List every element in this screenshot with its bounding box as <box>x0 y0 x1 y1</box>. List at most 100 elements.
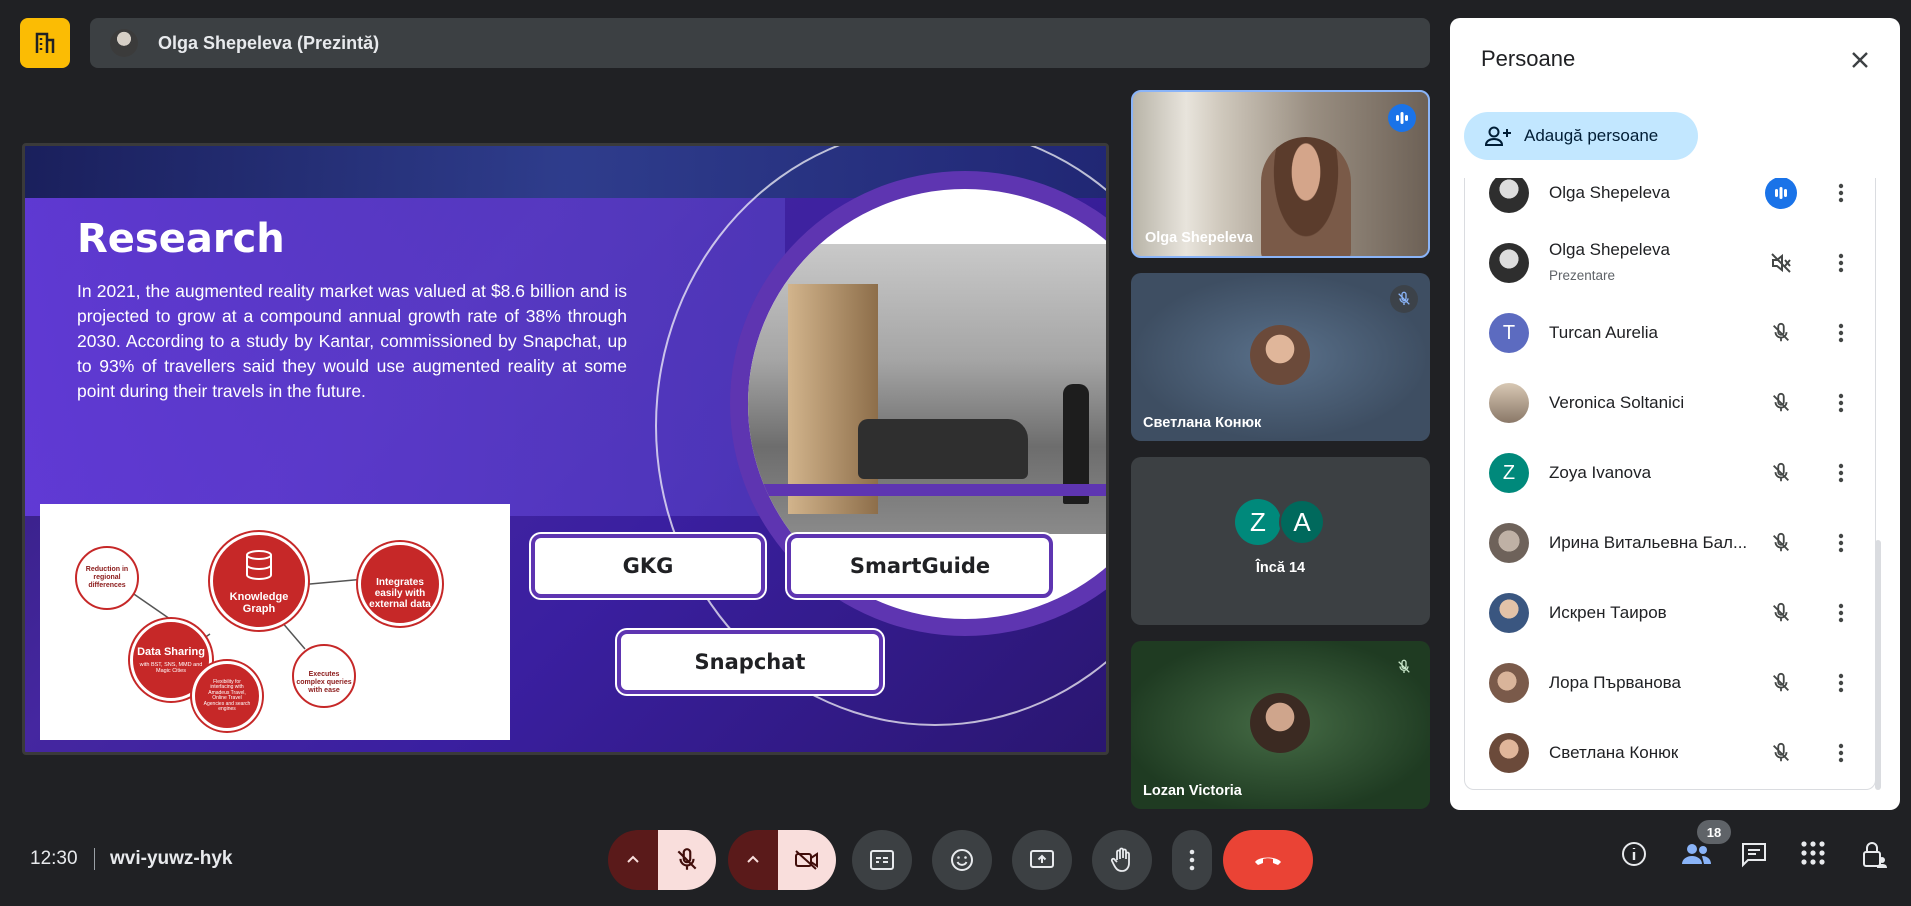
add-people-button[interactable]: Adaugă persoane <box>1464 112 1698 160</box>
mic-off-icon <box>1773 742 1789 762</box>
meeting-clock: 12:30 <box>30 848 78 869</box>
more-vert-icon <box>1838 253 1844 273</box>
present-icon <box>1030 850 1054 868</box>
muted-indicator <box>1765 457 1797 489</box>
participant-more-button[interactable] <box>1825 737 1857 769</box>
slide-title: Research <box>77 216 285 262</box>
database-icon <box>246 550 272 581</box>
people-button[interactable] <box>1680 840 1712 873</box>
participant-avatar <box>1489 663 1529 703</box>
meeting-details-button[interactable] <box>1620 840 1648 873</box>
leave-call-button[interactable] <box>1223 830 1313 890</box>
participant-name: Искрен Таиров <box>1549 603 1667 622</box>
video-tile-more-participants[interactable]: Z A Încă 14 <box>1131 457 1430 625</box>
slide-body-text: In 2021, the augmented reality market wa… <box>77 281 627 401</box>
audio-options-button[interactable] <box>608 830 658 890</box>
more-vert-icon <box>1838 323 1844 343</box>
camera-toggle-button[interactable] <box>778 830 836 890</box>
chevron-up-icon <box>747 855 759 863</box>
participant-name: Zoya Ivanova <box>1549 463 1652 482</box>
raise-hand-button[interactable] <box>1092 830 1152 890</box>
participant-row[interactable]: Olga Shepeleva <box>1465 178 1875 228</box>
diagram-node-knowledge-graph: Knowledge Graph <box>210 532 308 630</box>
diagram-node-reduction: Reduction in regional differences <box>75 546 139 610</box>
participant-row[interactable]: Светлана Конюк <box>1465 718 1875 788</box>
participant-row[interactable]: Olga Shepeleva Prezentare <box>1465 228 1875 298</box>
more-vert-icon <box>1838 743 1844 763</box>
participant-row[interactable]: T Turcan Aurelia <box>1465 298 1875 368</box>
participant-avatar: T <box>1489 313 1529 353</box>
meeting-logo-button[interactable] <box>20 18 70 68</box>
muted-indicator <box>1765 317 1797 349</box>
more-vert-icon <box>1838 463 1844 483</box>
slide-pill-snapchat: Snapchat <box>617 630 883 694</box>
panel-scrollbar[interactable] <box>1875 540 1881 790</box>
participant-name: Ирина Витальевна Бал... <box>1549 533 1748 552</box>
lock-person-icon <box>1863 842 1887 868</box>
muted-indicator <box>1765 667 1797 699</box>
apps-grid-icon <box>1801 841 1825 865</box>
mic-toggle-button[interactable] <box>658 830 716 890</box>
slide-pill-gkg: GKG <box>531 534 765 598</box>
mic-off-icon <box>1773 672 1789 692</box>
mic-off-icon <box>1398 659 1410 673</box>
reactions-button[interactable] <box>932 830 992 890</box>
participant-more-button[interactable] <box>1825 597 1857 629</box>
participant-row[interactable]: Ирина Витальевна Бал... <box>1465 508 1875 578</box>
participant-name: Лора Първанова <box>1549 673 1681 692</box>
video-tile-lozan-victoria[interactable]: Lozan Victoria <box>1131 641 1430 809</box>
people-panel: Persoane Adaugă persoane Olga Shepeleva … <box>1450 18 1900 810</box>
captions-button[interactable] <box>852 830 912 890</box>
presenter-avatar <box>110 29 138 57</box>
video-options-button[interactable] <box>728 830 778 890</box>
chevron-up-icon <box>627 855 639 863</box>
participant-more-button[interactable] <box>1825 247 1857 279</box>
mic-off-icon <box>1773 392 1789 412</box>
slide-pill-smartguide: SmartGuide <box>787 534 1053 598</box>
video-tile-svetlana-koniuk[interactable]: Светлана Конюк <box>1131 273 1430 441</box>
participant-list: Olga Shepeleva Olga Shepeleva Prezentare <box>1464 178 1876 790</box>
presenter-title: Olga Shepeleva (Prezintă) <box>158 32 380 53</box>
participant-more-button[interactable] <box>1825 178 1857 209</box>
activities-button[interactable] <box>1800 840 1826 871</box>
mic-off-icon <box>677 848 697 870</box>
participant-row[interactable]: Лора Първанова <box>1465 648 1875 718</box>
participant-avatar: Z <box>1489 453 1529 493</box>
chat-button[interactable] <box>1740 840 1768 873</box>
participant-row[interactable]: Z Zoya Ivanova <box>1465 438 1875 508</box>
diagram-center-label: Knowledge Graph <box>229 590 289 615</box>
participant-more-button[interactable] <box>1825 317 1857 349</box>
info-icon <box>1622 842 1646 866</box>
participant-row[interactable]: Искрен Таиров <box>1465 578 1875 648</box>
participant-more-button[interactable] <box>1825 387 1857 419</box>
mic-off-icon <box>1773 532 1789 552</box>
participant-avatar <box>1489 383 1529 423</box>
mic-off-icon <box>1773 602 1789 622</box>
present-screen-button[interactable] <box>1012 830 1072 890</box>
participant-avatar <box>1489 733 1529 773</box>
person-add-icon <box>1484 126 1511 146</box>
participant-name: Olga Shepeleva <box>1549 240 1670 259</box>
diagram-node-integrates: Integrates easily with external data <box>358 542 442 626</box>
presenter-bar: Olga Shepeleva (Prezintă) <box>90 18 1430 68</box>
participant-more-button[interactable] <box>1825 457 1857 489</box>
participant-avatar <box>1250 325 1310 385</box>
hand-icon <box>1110 847 1130 872</box>
participant-more-button[interactable] <box>1825 527 1857 559</box>
participant-video <box>1261 137 1351 256</box>
building-icon <box>35 32 55 53</box>
more-options-button[interactable] <box>1172 830 1212 890</box>
shared-slide: Research In 2021, the augmented reality … <box>22 143 1109 755</box>
camera-off-icon <box>795 850 818 870</box>
participant-more-button[interactable] <box>1825 667 1857 699</box>
close-panel-button[interactable] <box>1842 42 1878 78</box>
call-end-icon <box>1255 857 1281 865</box>
muted-indicator <box>1765 527 1797 559</box>
video-tile-olga-shepeleva[interactable]: Olga Shepeleva <box>1131 90 1430 258</box>
more-vert-icon <box>1838 533 1844 553</box>
participant-avatar-a: A <box>1279 499 1325 545</box>
host-controls-button[interactable] <box>1860 840 1888 875</box>
meeting-code: wvi-yuwz-hyk <box>110 848 233 869</box>
speaking-indicator <box>1765 178 1797 209</box>
participant-row[interactable]: Veronica Soltanici <box>1465 368 1875 438</box>
